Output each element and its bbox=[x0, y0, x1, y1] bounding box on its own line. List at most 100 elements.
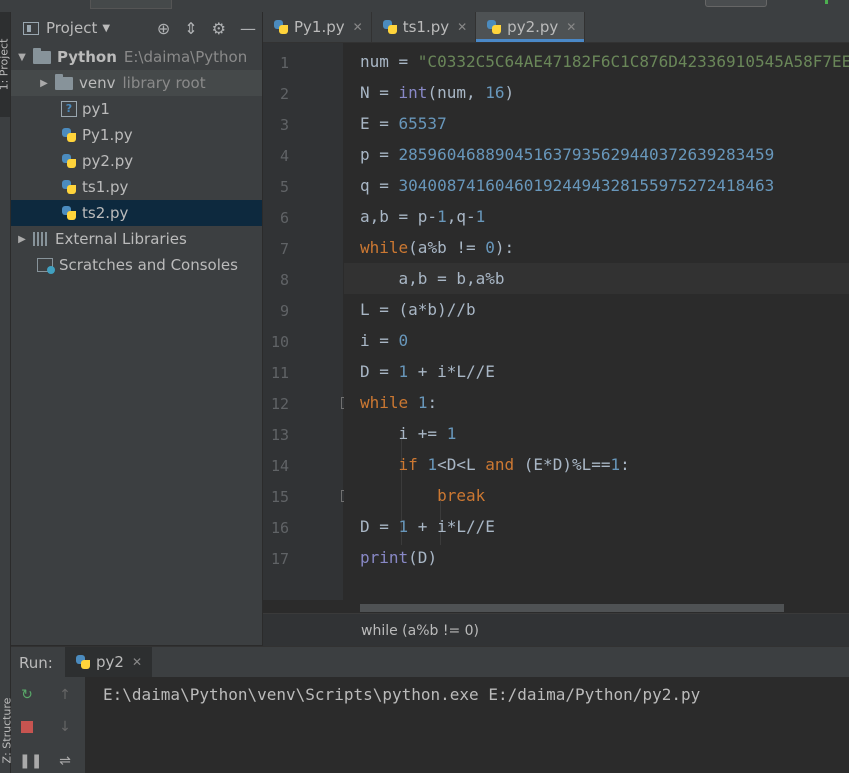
code-line: break bbox=[437, 486, 486, 505]
venv-name: venv bbox=[79, 74, 116, 92]
external-libraries-label: External Libraries bbox=[55, 230, 187, 248]
line-number: 17 bbox=[270, 550, 289, 568]
line-number: 13 bbox=[270, 426, 289, 444]
python-file-icon bbox=[382, 19, 398, 35]
tree-item-root[interactable]: ▼ Python E:\daima\Python bbox=[11, 44, 262, 70]
code-line: D = 1 + i*L//E bbox=[360, 517, 495, 536]
line-number: 16 bbox=[270, 519, 289, 537]
rerun-icon[interactable]: ↻ bbox=[19, 687, 35, 703]
gear-icon[interactable]: ⚙ bbox=[212, 19, 226, 38]
line-number: 5 bbox=[279, 178, 289, 196]
python-file-icon bbox=[61, 153, 77, 169]
tab-label: ts1.py bbox=[402, 18, 450, 36]
project-tool-tab-label: 1: Project bbox=[0, 38, 11, 91]
line-number: 1 bbox=[279, 54, 289, 72]
tab-py2[interactable]: py2.py ✕ bbox=[476, 12, 586, 42]
code-line: E = 65537 bbox=[360, 114, 447, 133]
root-folder-path: E:\daima\Python bbox=[123, 48, 248, 66]
python-file-icon bbox=[61, 179, 77, 195]
line-number: 3 bbox=[279, 116, 289, 134]
line-number-gutter: 1 2 3 4 5 6 7 8 9 10 11 12 13 14 15 16 1… bbox=[263, 43, 355, 600]
close-icon[interactable]: ✕ bbox=[566, 20, 576, 34]
project-view-selector[interactable]: Project bbox=[46, 19, 97, 37]
project-panel-header: Project ▼ ⊕ ⇕ ⚙ — bbox=[11, 12, 262, 44]
code-line: i += 1 bbox=[360, 424, 457, 443]
file-name: py2.py bbox=[82, 152, 134, 170]
line-number: 6 bbox=[279, 209, 289, 227]
code-line: a,b = p-1,q-1 bbox=[360, 207, 486, 226]
locate-icon[interactable]: ⊕ bbox=[157, 19, 170, 38]
editor-tabs: Py1.py ✕ ts1.py ✕ py2.py ✕ bbox=[263, 12, 849, 43]
code-line: q = 304008741604601924494328155975272418… bbox=[360, 176, 775, 195]
tree-item-file[interactable]: ts1.py bbox=[11, 174, 262, 200]
chevron-right-icon[interactable]: ▶ bbox=[39, 78, 49, 89]
stop-icon[interactable] bbox=[19, 721, 35, 737]
collapse-all-icon[interactable]: ⇕ bbox=[184, 19, 197, 38]
line-number: 2 bbox=[279, 85, 289, 103]
chevron-down-icon[interactable]: ▼ bbox=[102, 23, 110, 34]
code-line: p = 285960468890451637935629440372639283… bbox=[360, 145, 775, 164]
horizontal-scrollbar[interactable] bbox=[360, 604, 784, 612]
python-file-icon bbox=[61, 127, 77, 143]
project-tool-tab[interactable]: 1: Project bbox=[0, 12, 10, 117]
hide-icon[interactable]: — bbox=[240, 19, 256, 38]
line-number: 4 bbox=[279, 147, 289, 165]
breadcrumb-bar: while (a%b != 0) bbox=[263, 613, 849, 646]
project-icon bbox=[23, 21, 39, 35]
tree-item-file[interactable]: ? py1 bbox=[11, 96, 262, 122]
file-name: ts1.py bbox=[82, 178, 129, 196]
soft-wrap-icon[interactable]: ⇌ bbox=[57, 753, 73, 769]
close-icon[interactable]: ✕ bbox=[353, 20, 363, 34]
code-editor[interactable]: num = "C0332C5C64AE47182F6C1C876D4233691… bbox=[344, 43, 849, 600]
line-number: 9 bbox=[279, 302, 289, 320]
run-panel-header: Run: py2 ✕ bbox=[11, 646, 849, 679]
folder-icon bbox=[55, 73, 73, 90]
project-panel: Project ▼ ⊕ ⇕ ⚙ — ▼ Python E:\daima\Pyth… bbox=[11, 12, 262, 645]
tree-item-file[interactable]: Py1.py bbox=[11, 122, 262, 148]
file-name: py1 bbox=[82, 100, 110, 118]
tree-item-external-libraries[interactable]: ▶ External Libraries bbox=[11, 226, 262, 252]
close-icon[interactable]: ✕ bbox=[132, 655, 142, 669]
left-tool-strip: 1: Project Z: Structure bbox=[0, 12, 13, 773]
code-line: if 1<D<L and (E*D)%L==1: bbox=[398, 455, 630, 474]
line-number: 11 bbox=[270, 364, 289, 382]
library-icon bbox=[33, 232, 49, 246]
close-icon[interactable]: ✕ bbox=[457, 20, 467, 34]
code-line: a,b = b,a%b bbox=[360, 269, 505, 288]
tree-item-venv[interactable]: ▶ venv library root bbox=[11, 70, 262, 96]
code-line: print(D) bbox=[360, 548, 438, 567]
tree-item-file[interactable]: py2.py bbox=[11, 148, 262, 174]
python-file-icon bbox=[75, 654, 91, 670]
run-console[interactable]: E:\daima\Python\venv\Scripts\python.exe … bbox=[85, 677, 849, 773]
chevron-down-icon[interactable]: ▼ bbox=[17, 52, 27, 63]
pause-icon[interactable]: ❚❚ bbox=[19, 753, 42, 769]
run-indicator-icon bbox=[825, 0, 828, 4]
line-number: 7 bbox=[279, 240, 289, 258]
run-config-selector[interactable] bbox=[705, 0, 767, 7]
python-file-icon bbox=[273, 19, 289, 35]
tab-label: py2.py bbox=[507, 18, 559, 36]
code-line: while(a%b != 0): bbox=[360, 238, 515, 257]
chevron-right-icon[interactable]: ▶ bbox=[17, 234, 27, 245]
tab-run-py2[interactable]: py2 ✕ bbox=[65, 647, 153, 679]
console-output: E:\daima\Python\venv\Scripts\python.exe … bbox=[103, 685, 701, 704]
python-file-icon bbox=[61, 205, 77, 221]
code-line: i = 0 bbox=[360, 331, 409, 350]
arrow-down-icon[interactable]: ↓ bbox=[57, 719, 73, 735]
tab-ts1[interactable]: ts1.py ✕ bbox=[372, 12, 477, 42]
toolbar-file-tab[interactable] bbox=[90, 0, 172, 9]
root-folder-name: Python bbox=[57, 48, 117, 66]
tab-py1[interactable]: Py1.py ✕ bbox=[263, 12, 372, 42]
arrow-up-icon[interactable]: ↑ bbox=[57, 687, 73, 703]
line-number: 15 bbox=[270, 488, 289, 506]
python-file-icon bbox=[486, 19, 502, 35]
code-line: while 1: bbox=[360, 393, 438, 412]
breadcrumb[interactable]: while (a%b != 0) bbox=[361, 623, 479, 639]
line-number: 12 bbox=[270, 395, 289, 413]
project-tree: ▼ Python E:\daima\Python ▶ venv library … bbox=[11, 44, 262, 278]
tree-item-scratches[interactable]: Scratches and Consoles bbox=[11, 252, 262, 278]
file-name: ts2.py bbox=[82, 204, 129, 222]
tree-item-file-selected[interactable]: ts2.py bbox=[11, 200, 262, 226]
run-label: Run: bbox=[19, 654, 53, 672]
folder-icon bbox=[33, 47, 51, 64]
